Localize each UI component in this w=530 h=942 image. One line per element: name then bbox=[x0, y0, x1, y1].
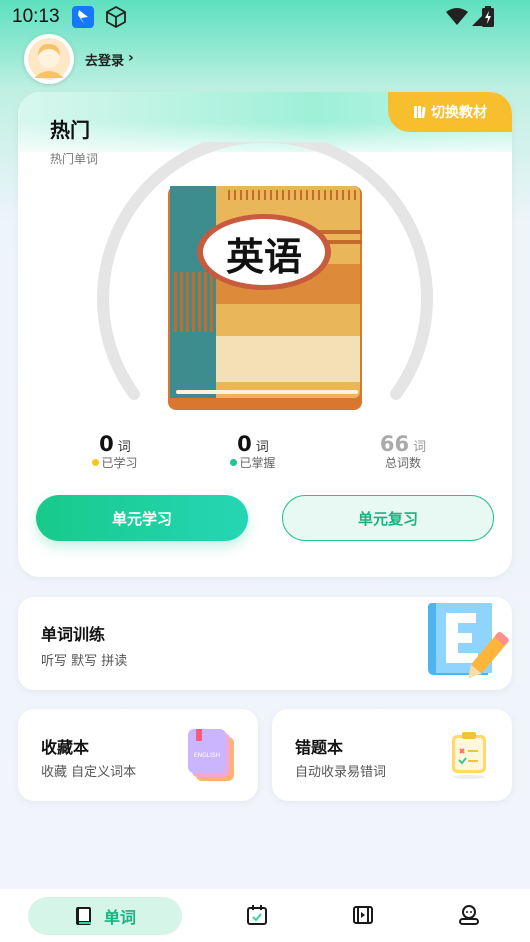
avatar[interactable] bbox=[24, 34, 74, 84]
wifi-icon bbox=[446, 8, 468, 25]
nav-tab-words-label: 单词 bbox=[103, 908, 136, 927]
clipboard-icon bbox=[452, 732, 486, 779]
status-bar: 10:13 bbox=[0, 0, 530, 36]
book-icon bbox=[75, 907, 91, 925]
stat-learned: 0词 已学习 bbox=[70, 432, 160, 471]
switch-textbook-label: 切换教材 bbox=[431, 105, 487, 121]
calendar-icon[interactable] bbox=[246, 904, 268, 926]
english-book-icon: ENGLISH bbox=[188, 729, 234, 781]
nav-tab-words[interactable]: 单词 bbox=[28, 897, 182, 935]
mistakes-subtitle: 自动收录易错词 bbox=[295, 765, 387, 780]
stat-mastered: 0词 已掌握 bbox=[208, 432, 298, 471]
mistakes-card[interactable]: 错题本 自动收录易错词 bbox=[272, 709, 512, 801]
stat-mastered-value: 0 bbox=[237, 432, 252, 456]
video-icon[interactable] bbox=[352, 904, 374, 926]
favorites-subtitle: 收藏 自定义词本 bbox=[41, 765, 137, 780]
app-icon bbox=[72, 6, 94, 28]
user-icon[interactable] bbox=[458, 904, 480, 926]
stat-total-value: 66 bbox=[379, 432, 410, 456]
textbook-cover-image[interactable] bbox=[168, 186, 362, 410]
word-training-subtitle: 听写 默写 拼读 bbox=[41, 654, 128, 669]
word-training-card[interactable]: 单词训练 听写 默写 拼读 bbox=[18, 597, 512, 690]
textbook-card: 切换教材 热门 热门单词 英语 0词 已学习 0词 已掌握 66 词 总词数 单元… bbox=[18, 92, 512, 577]
cube-icon bbox=[104, 5, 128, 29]
card-title: 热门 bbox=[50, 118, 90, 142]
favorites-title: 收藏本 bbox=[41, 738, 90, 757]
card-subtitle: 热门单词 bbox=[50, 152, 99, 166]
english-book-label: ENGLISH bbox=[194, 752, 220, 759]
unit-review-button[interactable]: 单元复习 bbox=[282, 495, 494, 541]
battery-icon bbox=[482, 6, 494, 27]
status-time: 10:13 bbox=[12, 6, 60, 27]
word-training-title: 单词训练 bbox=[41, 625, 106, 644]
stat-learned-unit: 词 bbox=[117, 440, 131, 455]
stat-learned-label: 已学习 bbox=[101, 456, 138, 470]
bottom-nav: 单词 bbox=[0, 889, 530, 942]
textbook-title: 英语 bbox=[225, 235, 302, 279]
learned-dot bbox=[92, 459, 100, 466]
stat-learned-value: 0 bbox=[99, 432, 114, 456]
stat-total-unit: 词 bbox=[413, 440, 427, 455]
chevron-right-icon[interactable]: › bbox=[128, 50, 134, 66]
favorites-card[interactable]: 收藏本 收藏 自定义词本 ENGLISH bbox=[18, 709, 258, 801]
stat-mastered-unit: 词 bbox=[255, 440, 269, 455]
stat-mastered-label: 已掌握 bbox=[239, 456, 276, 470]
switch-textbook-button[interactable]: 切换教材 bbox=[388, 92, 512, 132]
mastered-dot bbox=[230, 459, 238, 466]
stat-total: 66 词 总词数 bbox=[358, 432, 448, 471]
stat-total-label: 总词数 bbox=[384, 456, 421, 470]
login-link[interactable]: 去登录 bbox=[85, 50, 124, 69]
mistakes-title: 错题本 bbox=[295, 738, 344, 757]
books-icon bbox=[414, 106, 426, 119]
letter-e-pencil-icon bbox=[428, 603, 509, 679]
unit-learn-button[interactable]: 单元学习 bbox=[36, 495, 248, 541]
